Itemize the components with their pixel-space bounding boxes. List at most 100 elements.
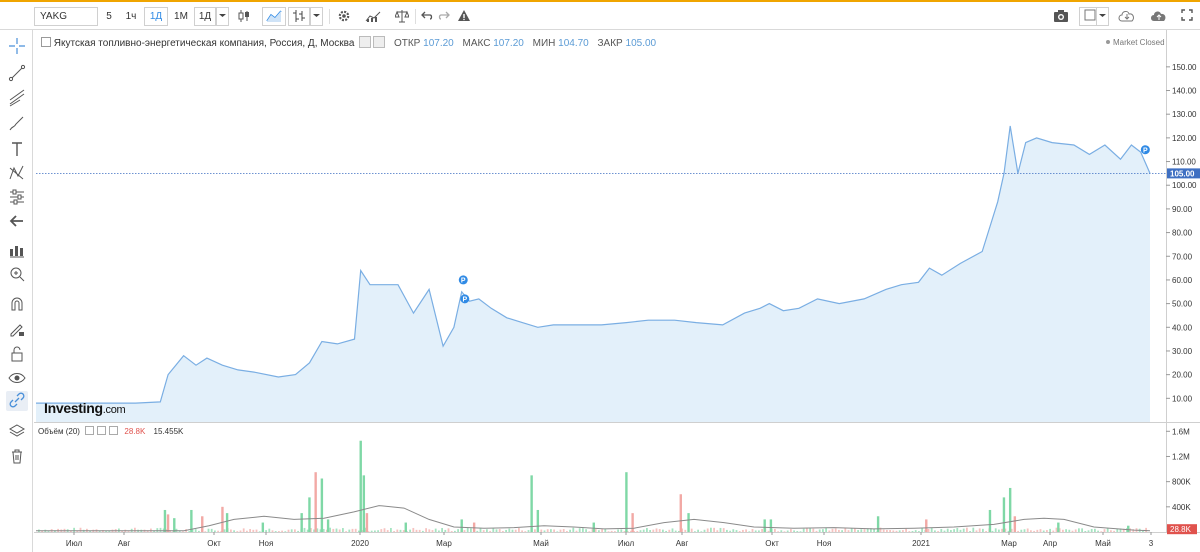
volume-settings-icon[interactable] [97, 426, 107, 435]
volume-bar-minor [454, 530, 456, 532]
interval-dropdown[interactable]: 1Д [194, 7, 216, 26]
volume-toggle-icon[interactable] [85, 426, 95, 435]
volume-bar-minor [991, 530, 994, 532]
brush-icon[interactable] [6, 114, 28, 134]
volume-bar-minor [434, 528, 437, 532]
volume-bar-35 [1127, 525, 1130, 532]
volume-bar-minor [402, 530, 405, 532]
candles-icon[interactable] [235, 7, 253, 26]
interval-1m-button[interactable]: 1М [171, 7, 191, 26]
chevron-down-icon[interactable] [216, 7, 229, 26]
volume-bar-minor [390, 527, 392, 532]
alert-icon[interactable] [455, 7, 473, 26]
volume-bar-minor [508, 528, 511, 532]
fullscreen-icon[interactable] [1177, 7, 1197, 26]
visibility-toggle-icon[interactable] [359, 36, 372, 48]
fib-icon[interactable] [6, 89, 28, 109]
crosshair-icon[interactable] [6, 37, 28, 57]
volume-bar-minor [354, 528, 357, 532]
volume-bar-minor [735, 530, 738, 532]
interval-5-button[interactable]: 5 [102, 7, 116, 26]
redo-icon[interactable] [436, 7, 452, 26]
compare-icon[interactable] [392, 7, 412, 26]
volume-bar-minor [182, 531, 184, 532]
measure-icon[interactable] [6, 188, 28, 208]
pencil-lock-icon[interactable] [6, 320, 28, 340]
trash-icon[interactable] [6, 447, 28, 467]
volume-last-value: 28.8K [124, 427, 146, 436]
volume-bar-29 [925, 519, 928, 532]
volume-bar-minor [783, 531, 786, 532]
gear-icon[interactable] [334, 7, 354, 26]
volume-bar-minor [73, 527, 75, 532]
volume-bar-minor [582, 528, 584, 532]
lock-icon[interactable] [6, 345, 28, 365]
drawing-toolbar [0, 30, 33, 552]
price-tick-label-7: 80.00 [1172, 229, 1193, 238]
volume-bar-minor [1103, 529, 1106, 532]
price-tick-label-8: 90.00 [1172, 205, 1193, 214]
volume-bar-minor [895, 530, 898, 532]
symbol-search-input[interactable]: YAKG [34, 7, 98, 26]
text-icon[interactable] [6, 140, 28, 160]
time-tick-label-9: Окт [765, 539, 779, 548]
dividend-marker-label-2: P [1143, 148, 1148, 155]
undo-icon[interactable] [419, 7, 435, 26]
volume-bar-minor [1074, 529, 1077, 532]
chevron-down-icon[interactable] [1096, 7, 1109, 26]
volume-bar-minor [953, 529, 955, 532]
price-tick-label-10: 110.00 [1172, 158, 1196, 167]
volume-bar-minor [847, 530, 850, 532]
volume-bar-minor [898, 530, 901, 532]
chart-area[interactable]: 10.00 20.00 30.00 40.00 50.00 60.00 70.00 80.00… [34, 30, 1200, 552]
chevron-down-icon[interactable] [310, 7, 323, 26]
volume-bar-minor [1087, 530, 1090, 532]
layers-icon[interactable] [6, 422, 28, 442]
camera-icon[interactable] [1050, 7, 1072, 26]
arrow-left-icon[interactable] [6, 212, 28, 232]
area-chart-icon[interactable] [262, 7, 286, 26]
volume-bar-minor [863, 529, 866, 532]
collapse-icon[interactable] [41, 37, 51, 47]
icons-tool-icon[interactable] [6, 241, 28, 261]
volume-bar-minor [441, 528, 443, 532]
interval-1h-button[interactable]: 1ч [121, 7, 141, 26]
price-tick-label-14: 150.00 [1172, 63, 1197, 72]
volume-close-icon[interactable] [109, 426, 119, 435]
cloud-download-icon[interactable] [1116, 7, 1138, 26]
volume-bar-minor [255, 529, 258, 532]
price-chart-svg[interactable]: 10.00 20.00 30.00 40.00 50.00 60.00 70.00 80.00… [34, 30, 1200, 552]
volume-bar-minor [1071, 530, 1074, 532]
bars-icon[interactable] [288, 7, 310, 26]
volume-bar-minor [198, 530, 200, 532]
last-price-label: 105.00 [1170, 169, 1195, 178]
eye-icon[interactable] [6, 369, 28, 389]
link-icon[interactable] [6, 391, 28, 411]
volume-bar-minor [726, 529, 728, 532]
volume-bar-minor [1020, 529, 1023, 532]
volume-tick-label-2: 1.2M [1172, 452, 1190, 461]
settings-toggle-icon[interactable] [373, 36, 386, 48]
interval-1d-button[interactable]: 1Д [144, 7, 168, 26]
magnet-icon[interactable] [6, 295, 28, 315]
volume-bar-minor [578, 528, 581, 532]
volume-bar-minor [921, 528, 923, 532]
volume-bar-minor [210, 528, 213, 532]
volume-bar-minor [649, 530, 651, 532]
cloud-upload-icon[interactable] [1148, 7, 1170, 26]
zoom-in-icon[interactable] [6, 265, 28, 285]
pattern-icon[interactable] [6, 164, 28, 184]
volume-bar-minor [492, 528, 495, 532]
volume-bar-minor [588, 531, 591, 532]
volume-bar-minor [569, 529, 571, 532]
indicators-icon[interactable] [362, 7, 384, 26]
volume-bar-minor [975, 530, 978, 532]
volume-bar-minor [268, 528, 271, 532]
volume-bar-minor [457, 529, 459, 532]
volume-bar-minor [601, 529, 603, 532]
volume-bar-minor [553, 529, 555, 532]
volume-bar-minor [377, 530, 379, 532]
volume-bar-minor [690, 528, 693, 532]
close-label: ЗАКР [597, 38, 623, 49]
trend-line-icon[interactable] [6, 64, 28, 84]
